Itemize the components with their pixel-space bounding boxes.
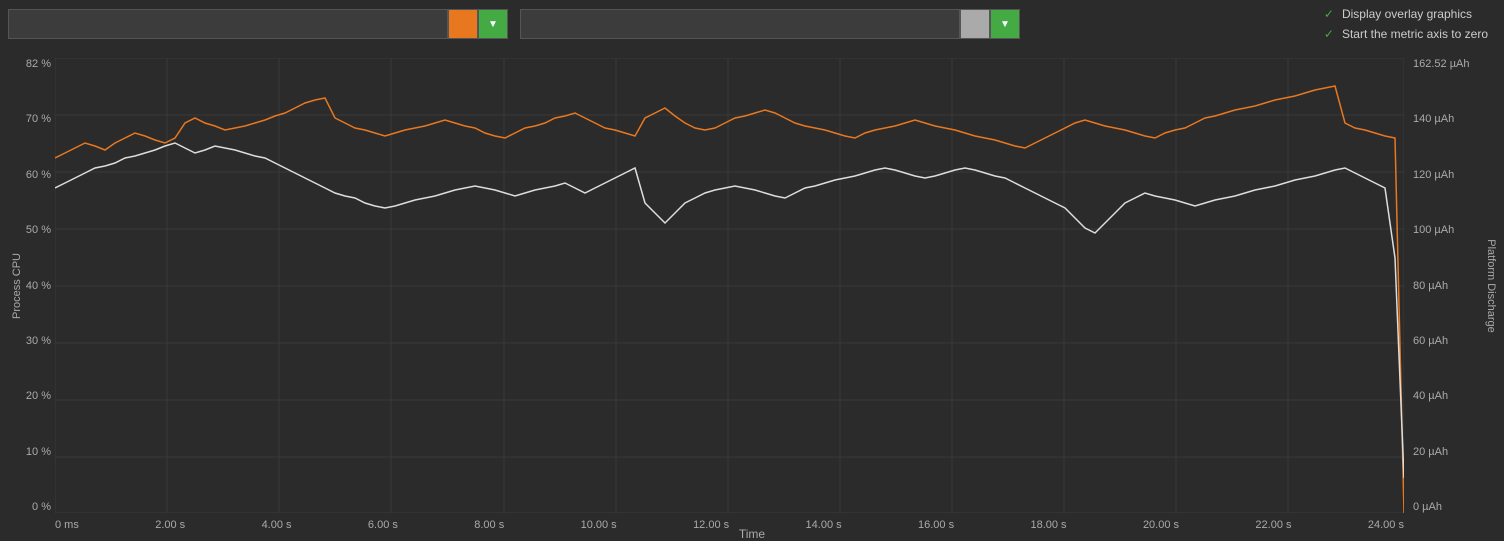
y-left-label-0: 82 % bbox=[26, 58, 51, 70]
x-label-5: 10.00 s bbox=[581, 519, 617, 531]
x-label-2: 4.00 s bbox=[262, 519, 292, 531]
y-left-label-4: 40 % bbox=[26, 280, 51, 292]
x-label-4: 8.00 s bbox=[474, 519, 504, 531]
y-left-axis-label: Process CPU bbox=[11, 252, 23, 318]
y-left-label-1: 70 % bbox=[26, 113, 51, 125]
metric1-selector: Process CPU ▼ bbox=[8, 9, 508, 39]
y-left-label-3: 50 % bbox=[26, 224, 51, 236]
y-left-label-6: 20 % bbox=[26, 390, 51, 402]
display-overlay-checkbox[interactable]: ✓ bbox=[1322, 7, 1336, 21]
metric1-color-box[interactable] bbox=[448, 9, 478, 39]
y-left-label-5: 30 % bbox=[26, 335, 51, 347]
start-zero-checkbox[interactable]: ✓ bbox=[1322, 27, 1336, 41]
y-right-label-4: 80 µAh bbox=[1413, 280, 1448, 292]
x-label-7: 14.00 s bbox=[806, 519, 842, 531]
x-label-3: 6.00 s bbox=[368, 519, 398, 531]
x-label-12: 24.00 s bbox=[1368, 519, 1404, 531]
metric2-input[interactable]: Platform Discharge bbox=[520, 9, 960, 39]
top-bar: Process CPU ▼ Platform Discharge ▼ ✓ Dis… bbox=[0, 0, 1504, 48]
y-right-label-6: 40 µAh bbox=[1413, 390, 1448, 402]
y-right-label-1: 140 µAh bbox=[1413, 113, 1454, 125]
chart-area: 82 % 70 % 60 % 50 % 40 % 30 % 20 % 10 % … bbox=[0, 48, 1504, 541]
y-right-label-8: 0 µAh bbox=[1413, 501, 1442, 513]
x-axis-label: Time bbox=[739, 527, 765, 541]
y-right-label-5: 60 µAh bbox=[1413, 335, 1448, 347]
metric2-selector: Platform Discharge ▼ bbox=[520, 9, 1020, 39]
display-overlay-label: Display overlay graphics bbox=[1342, 7, 1472, 21]
x-label-0: 0 ms bbox=[55, 519, 79, 531]
metric2-color-box[interactable] bbox=[960, 9, 990, 39]
y-left-label-7: 10 % bbox=[26, 446, 51, 458]
y-right-label-3: 100 µAh bbox=[1413, 224, 1454, 236]
y-right-label-2: 120 µAh bbox=[1413, 169, 1454, 181]
x-axis: 0 ms 2.00 s 4.00 s 6.00 s 8.00 s 10.00 s… bbox=[55, 519, 1404, 531]
y-right-label-0: 162.52 µAh bbox=[1413, 58, 1470, 70]
metric1-dropdown-btn[interactable]: ▼ bbox=[478, 9, 508, 39]
x-label-10: 20.00 s bbox=[1143, 519, 1179, 531]
display-overlay-option[interactable]: ✓ Display overlay graphics bbox=[1322, 7, 1488, 21]
y-axis-right: 162.52 µAh 140 µAh 120 µAh 100 µAh 80 µA… bbox=[1409, 58, 1474, 513]
start-zero-option[interactable]: ✓ Start the metric axis to zero bbox=[1322, 27, 1488, 41]
x-label-1: 2.00 s bbox=[155, 519, 185, 531]
y-left-label-2: 60 % bbox=[26, 169, 51, 181]
x-label-8: 16.00 s bbox=[918, 519, 954, 531]
options-panel: ✓ Display overlay graphics ✓ Start the m… bbox=[1322, 7, 1496, 41]
start-zero-label: Start the metric axis to zero bbox=[1342, 27, 1488, 41]
metric1-input[interactable]: Process CPU bbox=[8, 9, 448, 39]
x-label-11: 22.00 s bbox=[1255, 519, 1291, 531]
y-right-axis-label: Platform Discharge bbox=[1485, 239, 1497, 333]
x-label-9: 18.00 s bbox=[1030, 519, 1066, 531]
y-left-label-8: 0 % bbox=[32, 501, 51, 513]
chart-svg bbox=[55, 58, 1404, 513]
metric2-dropdown-btn[interactable]: ▼ bbox=[990, 9, 1020, 39]
y-right-label-7: 20 µAh bbox=[1413, 446, 1448, 458]
x-label-6: 12.00 s bbox=[693, 519, 729, 531]
